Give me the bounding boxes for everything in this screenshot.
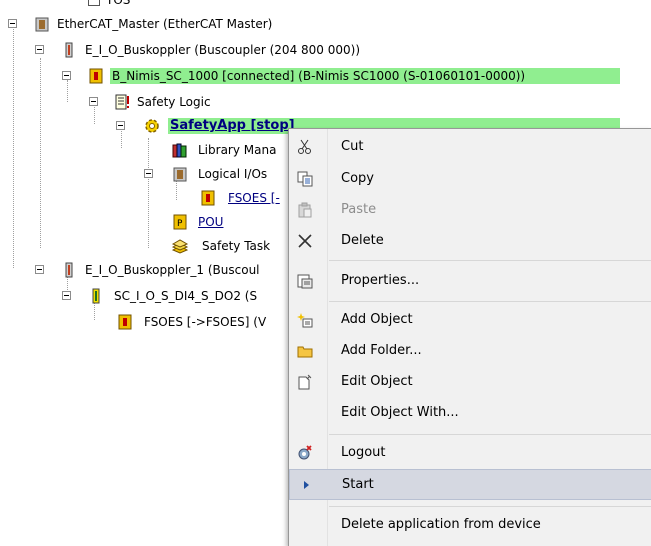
collapse-toggle-icon[interactable] bbox=[35, 45, 44, 54]
menu-item-label: Delete application from device bbox=[341, 517, 541, 532]
tree-row-buskoppler-1[interactable]: E_I_O_Buskoppler_1 (Buscoul bbox=[0, 260, 300, 280]
tree-row-partial[interactable]: TOS bbox=[0, 0, 300, 10]
menu-item-copy[interactable]: Copy bbox=[289, 164, 651, 194]
master-icon bbox=[34, 16, 50, 32]
safety-module-icon bbox=[88, 68, 104, 84]
application-gear-icon bbox=[143, 117, 161, 135]
collapse-toggle-icon[interactable] bbox=[62, 291, 71, 300]
menu-item-cut[interactable]: Cut bbox=[289, 132, 651, 162]
tree-row-library[interactable]: Library Mana bbox=[0, 140, 300, 160]
tree-row-fsoes-2[interactable]: FSOES [->FSOES] (V bbox=[0, 312, 300, 332]
menu-item-add-object[interactable]: Add Object bbox=[289, 305, 651, 335]
menu-item-label: Start bbox=[342, 476, 374, 492]
menu-item-logout[interactable]: Logout bbox=[289, 438, 651, 468]
menu-item-label: Properties... bbox=[341, 273, 420, 288]
menu-item-edit-object[interactable]: Edit Object bbox=[289, 367, 651, 397]
collapse-toggle-icon[interactable] bbox=[35, 265, 44, 274]
tree-label: SC_I_O_S_DI4_S_DO2 (S bbox=[114, 289, 258, 303]
menu-item-label: Copy bbox=[341, 171, 374, 186]
collapse-toggle-icon[interactable] bbox=[8, 19, 17, 28]
tree-label: E_I_O_Buskoppler_1 (Buscoul bbox=[85, 263, 260, 277]
delete-x-icon bbox=[297, 233, 313, 249]
tree-row-sc-io[interactable]: SC_I_O_S_DI4_S_DO2 (S bbox=[0, 286, 300, 306]
menu-item-paste[interactable]: Paste bbox=[289, 195, 651, 225]
menu-item-edit-object-with[interactable]: Edit Object With... bbox=[289, 398, 651, 428]
menu-item-label: Edit Object bbox=[341, 374, 413, 389]
context-menu: Cut Copy Paste Delete Properties... Add … bbox=[288, 128, 651, 546]
menu-separator bbox=[329, 434, 651, 435]
safety-logic-icon bbox=[115, 94, 131, 110]
node-icon bbox=[88, 0, 100, 6]
tree-label: POU bbox=[198, 215, 224, 229]
paste-icon bbox=[297, 202, 313, 218]
menu-item-label: Cut bbox=[341, 139, 364, 154]
collapse-toggle-icon[interactable] bbox=[89, 97, 98, 106]
menu-item-label: Delete bbox=[341, 233, 384, 248]
tree-row-nimis[interactable]: B_Nimis_SC_1000 [connected] (B-Nimis SC1… bbox=[0, 66, 640, 86]
pou-icon: P bbox=[172, 214, 188, 230]
tree-label: FSOES [- bbox=[228, 191, 280, 205]
add-object-icon bbox=[297, 312, 313, 328]
tree-row-ethercat-master[interactable]: EtherCAT_Master (EtherCAT Master) bbox=[0, 14, 400, 34]
menu-separator bbox=[329, 301, 651, 302]
coupler-icon bbox=[61, 262, 77, 278]
fsoes-module-icon bbox=[200, 190, 216, 206]
menu-item-delete-application[interactable]: Delete application from device bbox=[289, 510, 651, 540]
collapse-toggle-icon[interactable] bbox=[144, 169, 153, 178]
menu-separator bbox=[329, 260, 651, 261]
logout-icon bbox=[297, 445, 313, 461]
scissors-icon bbox=[297, 139, 313, 155]
tree-label: Safety Logic bbox=[137, 95, 211, 109]
edit-object-icon bbox=[297, 374, 313, 390]
task-icon bbox=[171, 238, 189, 254]
tree-row-safety-task[interactable]: Safety Task bbox=[0, 236, 300, 256]
tree-row-safety-logic[interactable]: Safety Logic bbox=[0, 92, 300, 112]
tree-label: Safety Task bbox=[202, 239, 271, 253]
library-icon bbox=[172, 142, 188, 158]
svg-text:P: P bbox=[177, 219, 183, 229]
tree-label: B_Nimis_SC_1000 [connected] (B-Nimis SC1… bbox=[110, 68, 620, 84]
collapse-toggle-icon[interactable] bbox=[62, 71, 71, 80]
menu-separator bbox=[329, 506, 651, 507]
menu-item-label: Add Object bbox=[341, 312, 413, 327]
menu-item-label: Add Folder... bbox=[341, 343, 422, 358]
tree-label: Library Mana bbox=[198, 143, 277, 157]
menu-item-add-folder[interactable]: Add Folder... bbox=[289, 336, 651, 366]
menu-item-label: Paste bbox=[341, 202, 377, 217]
tree-label: E_I_O_Buskoppler (Buscoupler (204 800 00… bbox=[85, 43, 361, 57]
properties-icon bbox=[297, 273, 313, 289]
tree-label: FSOES [->FSOES] (V bbox=[144, 315, 267, 329]
tree-label: Logical I/Os bbox=[198, 167, 268, 181]
menu-item-label: Logout bbox=[341, 445, 386, 460]
collapse-toggle-icon[interactable] bbox=[116, 121, 125, 130]
logical-io-icon bbox=[172, 166, 188, 182]
folder-icon bbox=[297, 343, 313, 359]
menu-item-properties[interactable]: Properties... bbox=[289, 266, 651, 296]
tree-label: TOS bbox=[106, 0, 131, 7]
copy-icon bbox=[297, 171, 313, 187]
menu-item-delete[interactable]: Delete bbox=[289, 226, 651, 256]
tree-row-buskoppler[interactable]: E_I_O_Buskoppler (Buscoupler (204 800 00… bbox=[0, 40, 420, 60]
tree-row-pou[interactable]: P POU bbox=[0, 212, 300, 232]
coupler-icon bbox=[61, 42, 77, 58]
tree-row-logical-ios[interactable]: Logical I/Os bbox=[0, 164, 300, 184]
menu-item-start[interactable]: Start bbox=[289, 469, 651, 500]
tree-row-fsoes[interactable]: FSOES [- bbox=[0, 188, 300, 208]
menu-item-label: Edit Object With... bbox=[341, 405, 459, 420]
io-terminal-icon bbox=[88, 288, 104, 304]
play-arrow-icon bbox=[302, 478, 318, 494]
tree-label: EtherCAT_Master (EtherCAT Master) bbox=[57, 17, 273, 31]
fsoes-module-icon bbox=[117, 314, 133, 330]
